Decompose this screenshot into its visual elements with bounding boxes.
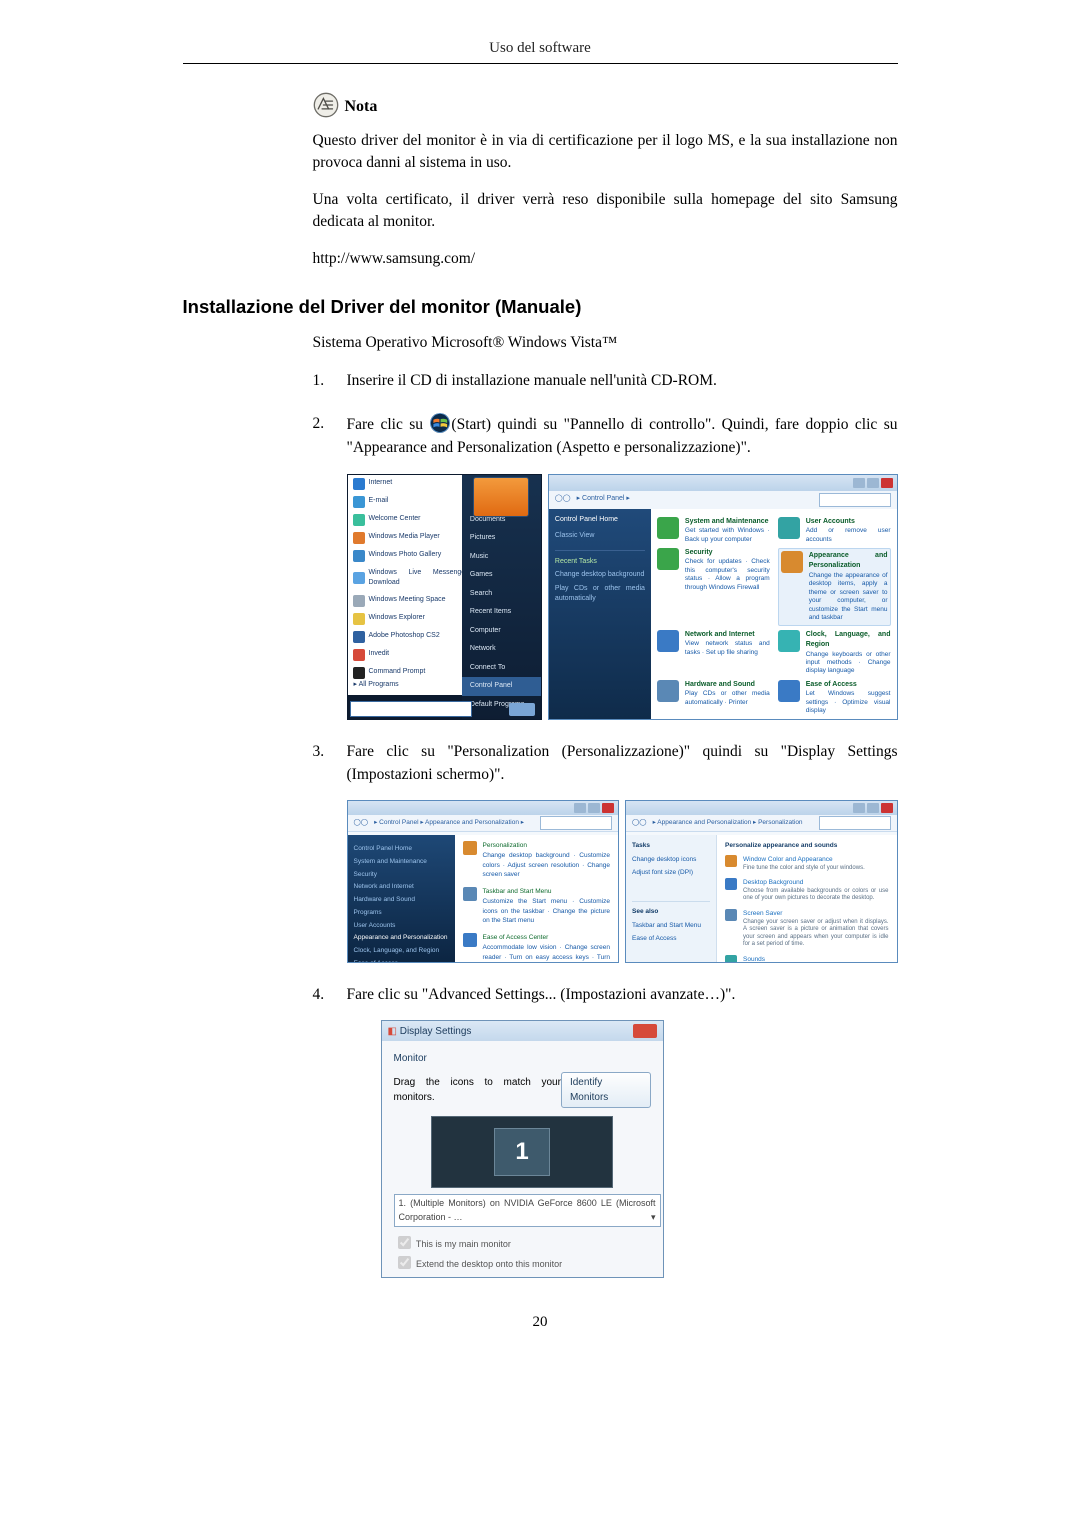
- note-icon: [313, 92, 339, 118]
- window-title: ◧ Display Settings: [388, 1024, 472, 1039]
- user-avatar-icon: [473, 477, 529, 517]
- monitor-preview: 1: [431, 1116, 613, 1188]
- note-label: Nota: [345, 98, 378, 118]
- screenshot-personalization: ◯◯▸ Appearance and Personalization ▸ Per…: [625, 800, 898, 963]
- close-icon: [633, 1024, 657, 1038]
- note-paragraph-1: Questo driver del monitor è in via di ce…: [313, 130, 898, 175]
- note-url: http://www.samsung.com/: [313, 248, 898, 270]
- extend-desktop-checkbox: Extend the desktop onto this monitor: [394, 1253, 651, 1272]
- start-orb-icon: [429, 412, 451, 434]
- note-paragraph-2: Una volta certificato, il driver verrà r…: [313, 189, 898, 234]
- page-header: Uso del software: [183, 40, 898, 63]
- power-button-icon: [509, 703, 535, 716]
- main-monitor-checkbox: This is my main monitor: [394, 1233, 651, 1252]
- os-caption: Sistema Operativo Microsoft® Windows Vis…: [313, 332, 898, 354]
- step-2: Fare clic su (Start) quindi su "Pannello…: [313, 412, 898, 720]
- monitor-dropdown: 1. (Multiple Monitors) on NVIDIA GeForce…: [394, 1194, 661, 1227]
- start-menu-right: Documents Pictures Music Games Search Re…: [462, 475, 541, 720]
- step-4: Fare clic su "Advanced Settings... (Impo…: [313, 983, 898, 1278]
- start-menu-left: Internet E-mail Welcome Center Windows M…: [348, 475, 473, 695]
- monitor-tab: Monitor: [394, 1051, 651, 1066]
- page-number: 20: [183, 1314, 898, 1331]
- search-input: [819, 493, 891, 507]
- screenshot-appearance-list: ◯◯▸ Control Panel ▸ Appearance and Perso…: [347, 800, 620, 963]
- drag-caption: Drag the icons to match your monitors.: [394, 1075, 561, 1105]
- screenshot-start-menu: Internet E-mail Welcome Center Windows M…: [347, 474, 542, 720]
- screenshot-display-settings: ◧ Display Settings Monitor Drag the icon…: [381, 1020, 664, 1278]
- section-heading: Installazione del Driver del monitor (Ma…: [183, 296, 898, 318]
- screenshot-control-panel: ◯◯▸ Control Panel ▸ Control Panel Home C…: [548, 474, 898, 720]
- identify-monitors-button: Identify Monitors: [561, 1072, 651, 1108]
- header-rule: [183, 63, 898, 64]
- monitor-thumb-1: 1: [494, 1128, 550, 1176]
- step-3: Fare clic su "Personalization (Personali…: [313, 740, 898, 964]
- step-1: Inserire il CD di installazione manuale …: [313, 369, 898, 392]
- start-search-input: [350, 701, 472, 717]
